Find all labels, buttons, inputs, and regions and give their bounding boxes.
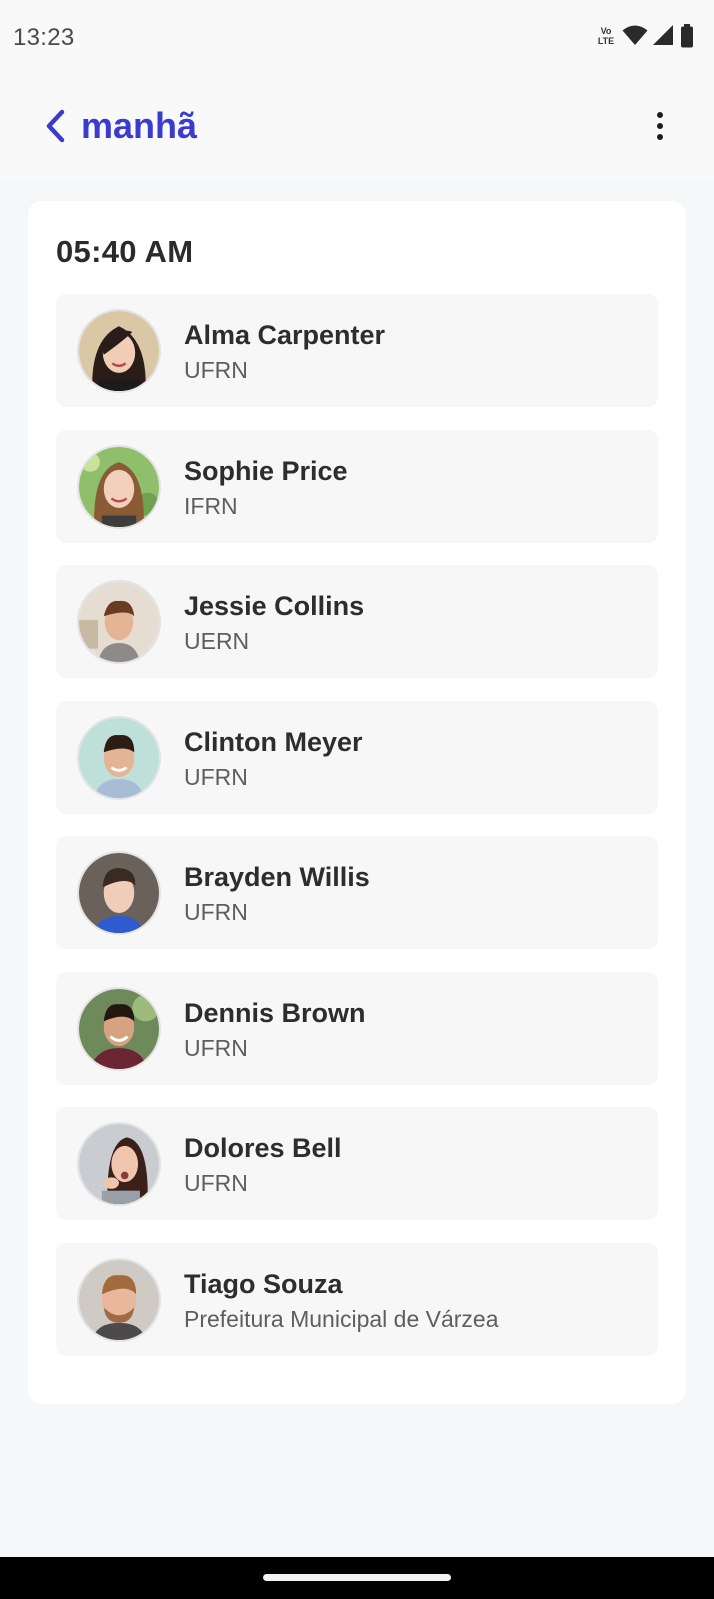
system-nav-bar bbox=[0, 1557, 714, 1599]
battery-icon bbox=[681, 24, 693, 48]
person-name: Dolores Bell bbox=[184, 1133, 342, 1163]
person-list: Alma Carpenter UFRN Sophie Price IFRN Je… bbox=[56, 294, 658, 1378]
person-name: Dennis Brown bbox=[184, 997, 366, 1028]
person-name: Tiago Souza bbox=[184, 1268, 343, 1299]
person-name: Clinton Meyer bbox=[184, 726, 363, 757]
avatar bbox=[77, 444, 161, 529]
list-item[interactable]: Tiago Souza Prefeitura Municipal de Várz… bbox=[56, 1242, 658, 1356]
chevron-left-icon bbox=[46, 109, 65, 143]
person-org: UERN bbox=[184, 628, 250, 654]
person-name: Jessie Collins bbox=[184, 591, 365, 621]
page-title: manhã bbox=[81, 105, 198, 146]
person-name: Alma Carpenter bbox=[184, 320, 386, 350]
person-org: Prefeitura Municipal de Várzea bbox=[184, 1305, 499, 1332]
list-item[interactable]: Sophie Price IFRN bbox=[56, 429, 658, 543]
person-org: IFRN bbox=[184, 492, 238, 519]
avatar bbox=[77, 580, 161, 664]
person-name: Sophie Price bbox=[184, 455, 348, 486]
screen: 13:23 Vo LTE manhã 05:40 AM Alma Carpent… bbox=[0, 0, 714, 1599]
person-org: UFRN bbox=[184, 1034, 248, 1061]
list-item[interactable]: Jessie Collins UERN bbox=[56, 565, 658, 678]
list-item[interactable]: Dennis Brown UFRN bbox=[56, 971, 658, 1085]
app-header: manhã bbox=[0, 78, 714, 178]
avatar bbox=[77, 851, 161, 935]
avatar bbox=[77, 986, 161, 1071]
time-slot-label: 05:40 AM bbox=[56, 234, 194, 269]
person-org: UFRN bbox=[184, 899, 248, 925]
avatar bbox=[77, 715, 161, 800]
more-vertical-icon bbox=[657, 112, 663, 118]
volte-icon: Vo LTE bbox=[597, 26, 615, 46]
avatar bbox=[77, 1257, 161, 1342]
status-bar: 13:23 Vo LTE bbox=[0, 0, 714, 78]
list-item[interactable]: Dolores Bell UFRN bbox=[56, 1107, 658, 1220]
person-org: UFRN bbox=[184, 763, 248, 790]
person-org: UFRN bbox=[184, 357, 248, 383]
signal-icon bbox=[653, 25, 673, 45]
person-name: Brayden Willis bbox=[184, 862, 370, 892]
status-time: 13:23 bbox=[13, 24, 75, 51]
schedule-card: 05:40 AM Alma Carpenter UFRN Sophie Pric… bbox=[28, 201, 686, 1404]
list-item[interactable]: Alma Carpenter UFRN bbox=[56, 294, 658, 407]
wifi-icon bbox=[622, 25, 648, 45]
back-button[interactable] bbox=[38, 104, 72, 148]
list-item[interactable]: Brayden Willis UFRN bbox=[56, 836, 658, 949]
list-item[interactable]: Clinton Meyer UFRN bbox=[56, 700, 658, 814]
avatar bbox=[77, 1122, 161, 1206]
person-org: UFRN bbox=[184, 1170, 248, 1196]
more-options-button[interactable] bbox=[648, 106, 672, 146]
avatar bbox=[77, 309, 161, 393]
home-indicator[interactable] bbox=[263, 1574, 451, 1581]
